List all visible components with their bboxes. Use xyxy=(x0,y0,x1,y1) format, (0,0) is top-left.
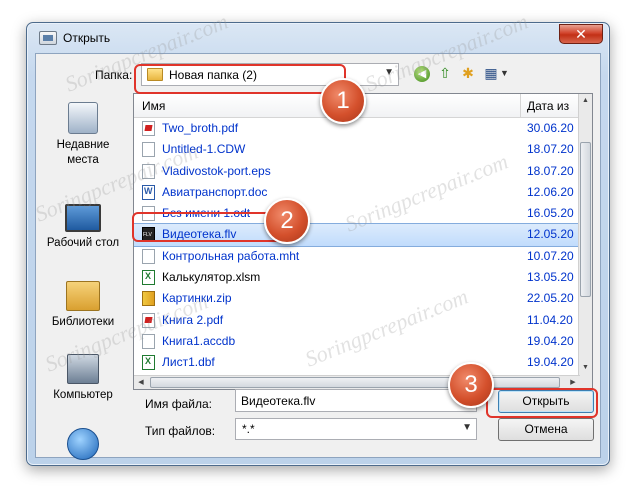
file-type-label: Тип файлов: xyxy=(145,424,216,438)
view-menu-icon[interactable]: ▦ xyxy=(482,64,500,82)
vertical-scrollbar[interactable]: ▲ ▼ xyxy=(578,94,592,389)
computer-icon xyxy=(67,354,99,384)
file-name: Картинки.zip xyxy=(162,291,232,306)
file-date: 12.05.20 xyxy=(527,227,574,242)
place-libraries[interactable]: Библиотеки xyxy=(38,281,128,330)
file-row[interactable]: Авиатранспорт.doc 12.06.20 xyxy=(134,182,580,203)
file-name: Two_broth.pdf xyxy=(162,121,239,135)
highlight-open-button xyxy=(486,388,598,418)
title-bar[interactable]: Открыть ✕ xyxy=(27,23,609,53)
place-desktop[interactable]: Рабочий стол xyxy=(38,204,128,251)
look-in-label: Папка: xyxy=(95,68,133,82)
file-name: Vladivostok-port.eps xyxy=(162,163,271,178)
column-divider[interactable] xyxy=(520,94,521,117)
place-computer[interactable]: Компьютер xyxy=(38,354,128,403)
recent-places-icon xyxy=(68,102,98,134)
column-name-header[interactable]: Имя xyxy=(142,99,165,113)
pdf-file-icon xyxy=(142,121,155,136)
places-bar: Недавние места Рабочий стол Библиотеки К… xyxy=(38,96,128,460)
back-icon[interactable]: ◀ xyxy=(414,66,430,82)
pdf-file-icon xyxy=(142,312,155,328)
file-date: 19.04.20 xyxy=(527,333,574,348)
horizontal-scrollbar[interactable]: ◀ ▶ xyxy=(134,375,580,389)
file-rows: Two_broth.pdf 30.06.20 Untitled-1.CDW 18.07… xyxy=(134,118,581,389)
scroll-down-icon[interactable]: ▼ xyxy=(579,361,592,375)
place-label: Компьютер xyxy=(53,389,113,401)
excel-file-icon xyxy=(142,270,155,286)
chevron-down-icon[interactable]: ▼ xyxy=(384,67,394,78)
file-date: 13.05.20 xyxy=(527,270,574,285)
step-callout-2: 2 xyxy=(264,198,310,244)
place-recent[interactable]: Недавние места xyxy=(38,102,128,168)
file-row[interactable]: Книга 2.pdf 11.04.20 xyxy=(134,310,580,331)
word-file-icon xyxy=(142,184,155,200)
up-folder-icon[interactable]: ⇧ xyxy=(436,64,454,82)
place-label: Рабочий стол xyxy=(46,237,120,249)
chevron-down-icon[interactable]: ▼ xyxy=(462,422,472,433)
file-date: 18.07.20 xyxy=(527,142,574,157)
place-label: Библиотеки xyxy=(51,316,115,328)
file-date: 19.04.20 xyxy=(527,355,574,370)
file-name-label: Имя файла: xyxy=(145,397,212,411)
file-row[interactable]: Two_broth.pdf 30.06.20 xyxy=(134,118,580,139)
cancel-button[interactable]: Отмена xyxy=(498,418,594,441)
dialog-title: Открыть xyxy=(63,31,111,45)
desktop-icon xyxy=(65,204,101,232)
scroll-thumb[interactable] xyxy=(580,142,591,297)
libraries-icon xyxy=(66,281,100,311)
scroll-left-icon[interactable]: ◀ xyxy=(134,376,148,389)
file-date: 18.07.20 xyxy=(527,163,574,178)
file-row[interactable]: Картинки.zip 22.05.20 xyxy=(134,288,580,309)
file-row[interactable]: Лист1.dbf 19.04.20 xyxy=(134,352,580,373)
generic-file-icon xyxy=(142,163,155,179)
place-network[interactable] xyxy=(38,428,128,460)
file-date: 11.04.20 xyxy=(527,312,573,327)
file-name: Контрольная работа.mht xyxy=(162,248,300,263)
file-name: Лист1.dbf xyxy=(162,355,215,370)
file-name-input[interactable] xyxy=(235,389,477,412)
file-row[interactable]: Контрольная работа.mht 10.07.20 xyxy=(134,246,580,267)
step-callout-3: 3 xyxy=(448,362,494,408)
generic-file-icon xyxy=(142,248,155,264)
highlight-folder xyxy=(134,64,346,94)
generic-file-icon xyxy=(142,142,155,158)
file-name: Книга 2.pdf xyxy=(162,312,224,327)
file-name: Книга1.accdb xyxy=(162,333,236,348)
zip-file-icon xyxy=(142,291,155,307)
file-row[interactable]: Книга1.accdb 19.04.20 xyxy=(134,331,580,352)
dialog-icon xyxy=(39,31,57,45)
file-type-value: *.* xyxy=(242,422,255,436)
column-date-header[interactable]: Дата из xyxy=(527,99,569,113)
file-type-select[interactable]: *.* ▼ xyxy=(235,418,477,440)
view-chevron-icon[interactable]: ▼ xyxy=(500,68,509,78)
place-label: Недавние места xyxy=(56,139,110,166)
file-date: 12.06.20 xyxy=(527,184,574,199)
file-name: Авиатранспорт.doc xyxy=(162,184,268,199)
step-callout-1: 1 xyxy=(320,78,366,124)
file-date: 22.05.20 xyxy=(527,291,574,306)
file-date: 16.05.20 xyxy=(527,206,574,221)
file-date: 30.06.20 xyxy=(527,121,574,135)
file-name: Untitled-1.CDW xyxy=(162,142,246,157)
file-date: 10.07.20 xyxy=(527,248,574,263)
close-button[interactable]: ✕ xyxy=(559,24,603,44)
file-row[interactable]: Vladivostok-port.eps 18.07.20 xyxy=(134,161,580,182)
file-row[interactable]: Калькулятор.xlsm 13.05.20 xyxy=(134,267,580,288)
file-row[interactable]: Untitled-1.CDW 18.07.20 xyxy=(134,139,580,160)
hscroll-thumb[interactable] xyxy=(150,377,560,388)
file-name: Калькулятор.xlsm xyxy=(162,270,261,285)
new-folder-icon[interactable]: ✱ xyxy=(459,64,477,82)
network-icon xyxy=(67,428,99,460)
scroll-up-icon[interactable]: ▲ xyxy=(579,94,592,108)
generic-file-icon xyxy=(142,333,155,349)
excel-file-icon xyxy=(142,355,155,371)
